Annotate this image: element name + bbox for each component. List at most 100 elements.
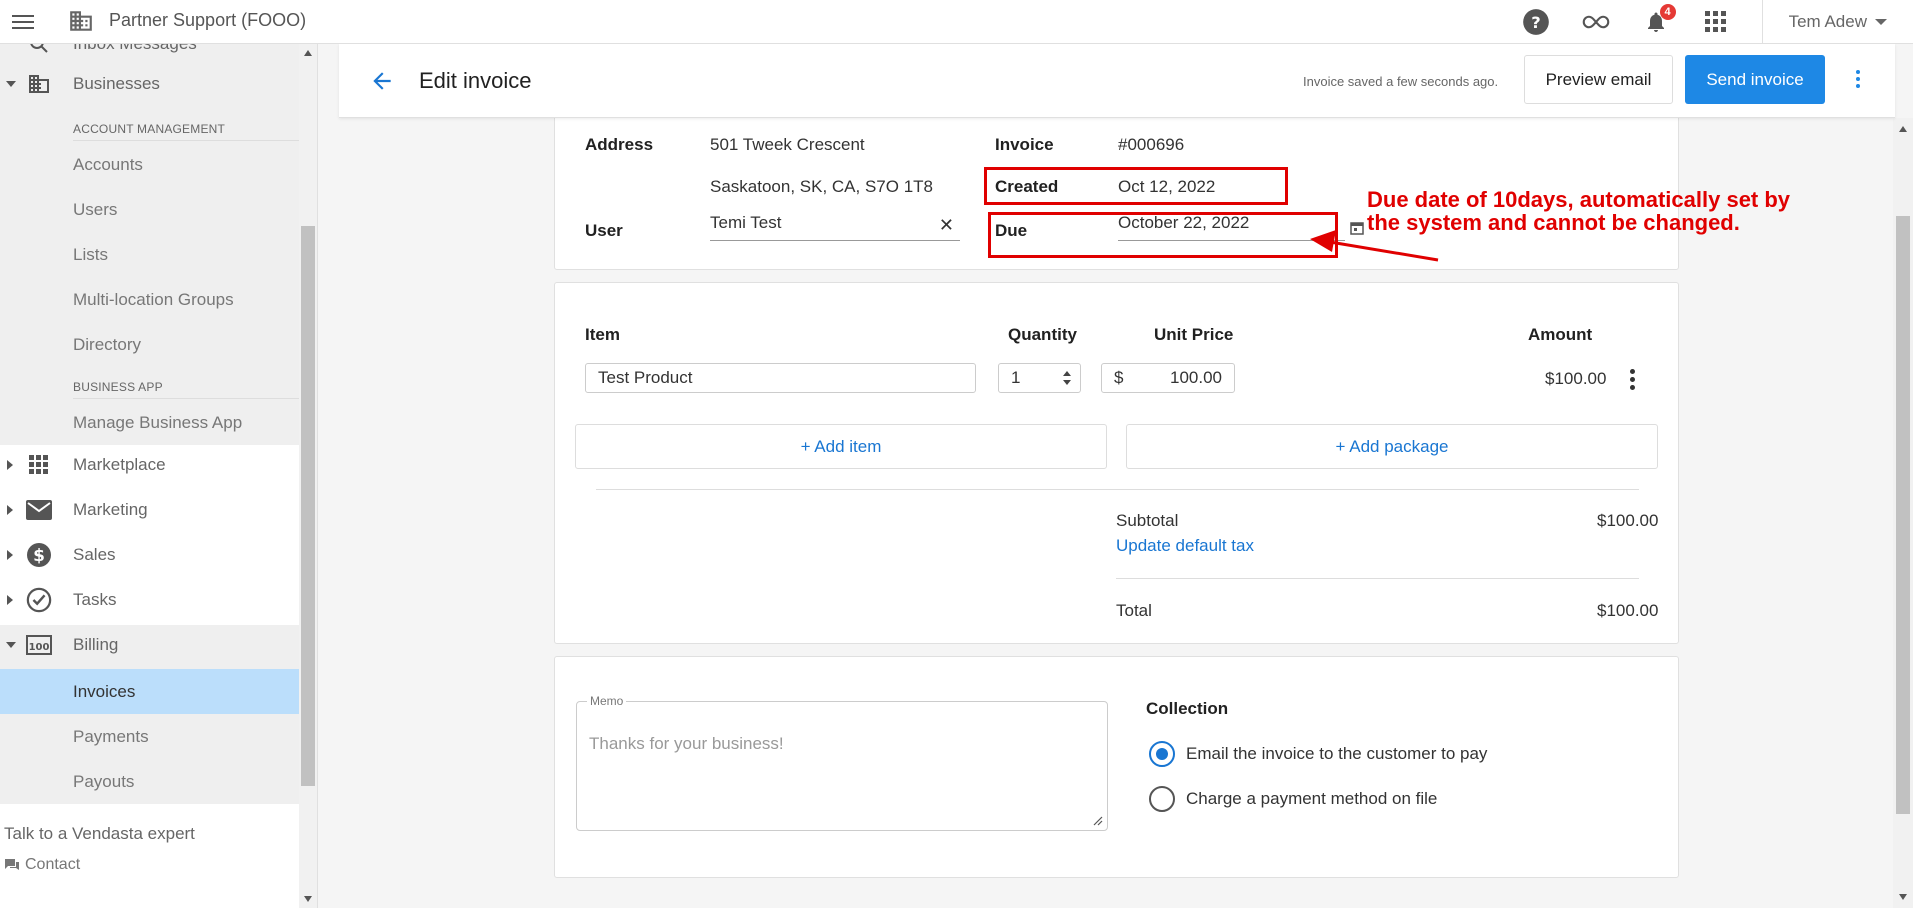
building-icon (70, 11, 92, 31)
quantity-stepper[interactable]: 1 (998, 363, 1081, 393)
column-header-quantity: Quantity (1008, 325, 1077, 344)
notifications-bell-icon[interactable]: 4 (1642, 4, 1676, 36)
subtotal-value: $100.00 (1597, 511, 1659, 530)
sidebar-item-label: Payments (73, 726, 149, 746)
scroll-up-arrow-icon[interactable] (304, 50, 312, 56)
sidebar: Inbox Messages Businesses ACCOUNT MANAGE… (0, 44, 318, 908)
contact-link[interactable]: Contact (4, 856, 80, 874)
sidebar-item-lists[interactable]: Lists (0, 232, 317, 277)
radio-charge-payment[interactable] (1149, 786, 1175, 812)
column-header-amount: Amount (1528, 325, 1593, 344)
sidebar-item-label: Billing (73, 635, 119, 654)
add-package-button[interactable]: + Add package (1126, 424, 1658, 469)
user-name: Tem Adew (1788, 12, 1867, 31)
divider (73, 140, 317, 141)
main-scrollbar[interactable] (1893, 118, 1913, 908)
sidebar-item-users[interactable]: Users (0, 187, 317, 232)
column-header-item: Item (585, 325, 620, 344)
caret-right-icon (7, 460, 13, 470)
talk-to-expert-text: Talk to a Vendasta expert (4, 824, 195, 843)
scroll-down-arrow-icon[interactable] (304, 896, 312, 902)
sidebar-item-tasks[interactable]: Tasks (0, 578, 317, 622)
unit-price-value: 100.00 (1170, 368, 1222, 387)
sidebar-item-invoices[interactable]: Invoices (0, 669, 317, 714)
building-icon (26, 71, 52, 97)
memo-placeholder: Thanks for your business! (589, 734, 784, 753)
invoice-number: #000696 (1118, 135, 1185, 154)
sidebar-item-billing[interactable]: 100 Billing (0, 623, 317, 667)
sidebar-item-marketplace[interactable]: Marketplace (0, 443, 317, 487)
sidebar-item-label: Accounts (73, 154, 143, 174)
divider (73, 398, 317, 399)
sidebar-item-multi-location-groups[interactable]: Multi-location Groups (0, 277, 317, 322)
sidebar-item-manage-business-app[interactable]: Manage Business App (0, 400, 317, 445)
total-value: $100.00 (1597, 601, 1659, 620)
caret-down-icon (6, 642, 16, 648)
option-charge-label[interactable]: Charge a payment method on file (1186, 789, 1437, 809)
sidebar-item-label: Sales (73, 545, 116, 564)
item-name-input[interactable]: Test Product (585, 363, 976, 393)
apps-grid-icon[interactable] (1702, 8, 1730, 36)
collection-title: Collection (1146, 699, 1229, 718)
svg-text:100: 100 (29, 642, 50, 653)
memo-textarea[interactable]: Memo Thanks for your business! (576, 694, 1108, 831)
page-title: Edit invoice (419, 68, 532, 93)
sidebar-item-label: Marketing (73, 500, 148, 519)
send-invoice-button[interactable]: Send invoice (1685, 55, 1825, 104)
infinity-icon[interactable] (1582, 8, 1610, 36)
row-options-icon[interactable] (1628, 369, 1636, 393)
column-header-unit-price: Unit Price (1154, 325, 1234, 344)
scrollbar-thumb[interactable] (1896, 216, 1910, 814)
user-menu[interactable]: Tem Adew (1761, 0, 1913, 44)
sidebar-item-accounts[interactable]: Accounts (0, 142, 317, 187)
total-label: Total (1116, 601, 1152, 620)
check-circle-icon (26, 587, 52, 613)
stepper-arrows-icon[interactable] (1062, 370, 1072, 386)
menu-icon[interactable] (12, 11, 36, 33)
save-status-text: Invoice saved a few seconds ago. (1303, 74, 1499, 89)
chevron-down-icon (1875, 19, 1887, 25)
sidebar-item-payouts[interactable]: Payouts (0, 759, 317, 804)
resize-handle-icon[interactable] (1093, 816, 1103, 826)
help-icon[interactable]: ? (1522, 8, 1550, 36)
dollar-icon: $ (26, 542, 52, 568)
more-options-icon[interactable] (1853, 68, 1863, 94)
line-amount: $100.00 (1545, 369, 1607, 388)
sidebar-item-label: Multi-location Groups (73, 289, 234, 309)
page-header: Edit invoice Invoice saved a few seconds… (339, 44, 1895, 118)
caret-right-icon (7, 550, 13, 560)
sidebar-item-label: Lists (73, 244, 108, 264)
address-label: Address (585, 135, 654, 154)
contact-label: Contact (25, 856, 81, 873)
sidebar-item-label: Invoices (73, 681, 136, 701)
user-field[interactable]: Temi Test ✕ (710, 213, 960, 241)
close-icon[interactable]: ✕ (939, 215, 954, 236)
user-value: Temi Test (710, 213, 782, 232)
sidebar-item-label: Manage Business App (73, 412, 243, 432)
update-default-tax-link[interactable]: Update default tax (1116, 536, 1254, 556)
scroll-up-arrow-icon[interactable] (1899, 126, 1907, 132)
address-line-2: Saskatoon, SK, CA, S7O 1T8 (710, 177, 934, 196)
currency-symbol: $ (1114, 368, 1124, 387)
memo-collection-card: Memo Thanks for your business! Collectio… (554, 656, 1679, 878)
annotation-line-1: Due date of 10days, automatically set by (1367, 187, 1791, 212)
apps-grid-icon (26, 452, 52, 478)
scroll-down-arrow-icon[interactable] (1899, 894, 1907, 900)
svg-text:?: ? (1531, 13, 1540, 32)
preview-email-button[interactable]: Preview email (1524, 55, 1673, 104)
address-line-1: 501 Tweek Crescent (710, 135, 865, 154)
back-arrow-icon[interactable] (369, 68, 395, 94)
scrollbar-thumb[interactable] (301, 226, 315, 786)
sidebar-item-businesses[interactable]: Businesses (0, 62, 317, 106)
sidebar-item-marketing[interactable]: Marketing (0, 488, 317, 532)
sidebar-scrollbar[interactable] (299, 44, 317, 908)
sidebar-item-payments[interactable]: Payments (0, 714, 317, 759)
option-email-label[interactable]: Email the invoice to the customer to pay (1186, 744, 1487, 764)
top-app-bar: Partner Support (FOOO) ? 4 Tem Adew (0, 0, 1913, 44)
sidebar-item-directory[interactable]: Directory (0, 322, 317, 367)
unit-price-input[interactable]: $ 100.00 (1101, 363, 1235, 393)
add-item-button[interactable]: + Add item (575, 424, 1107, 469)
sidebar-item-label: Marketplace (73, 455, 166, 474)
sidebar-item-sales[interactable]: $ Sales (0, 533, 317, 577)
radio-email-invoice[interactable] (1149, 741, 1175, 767)
